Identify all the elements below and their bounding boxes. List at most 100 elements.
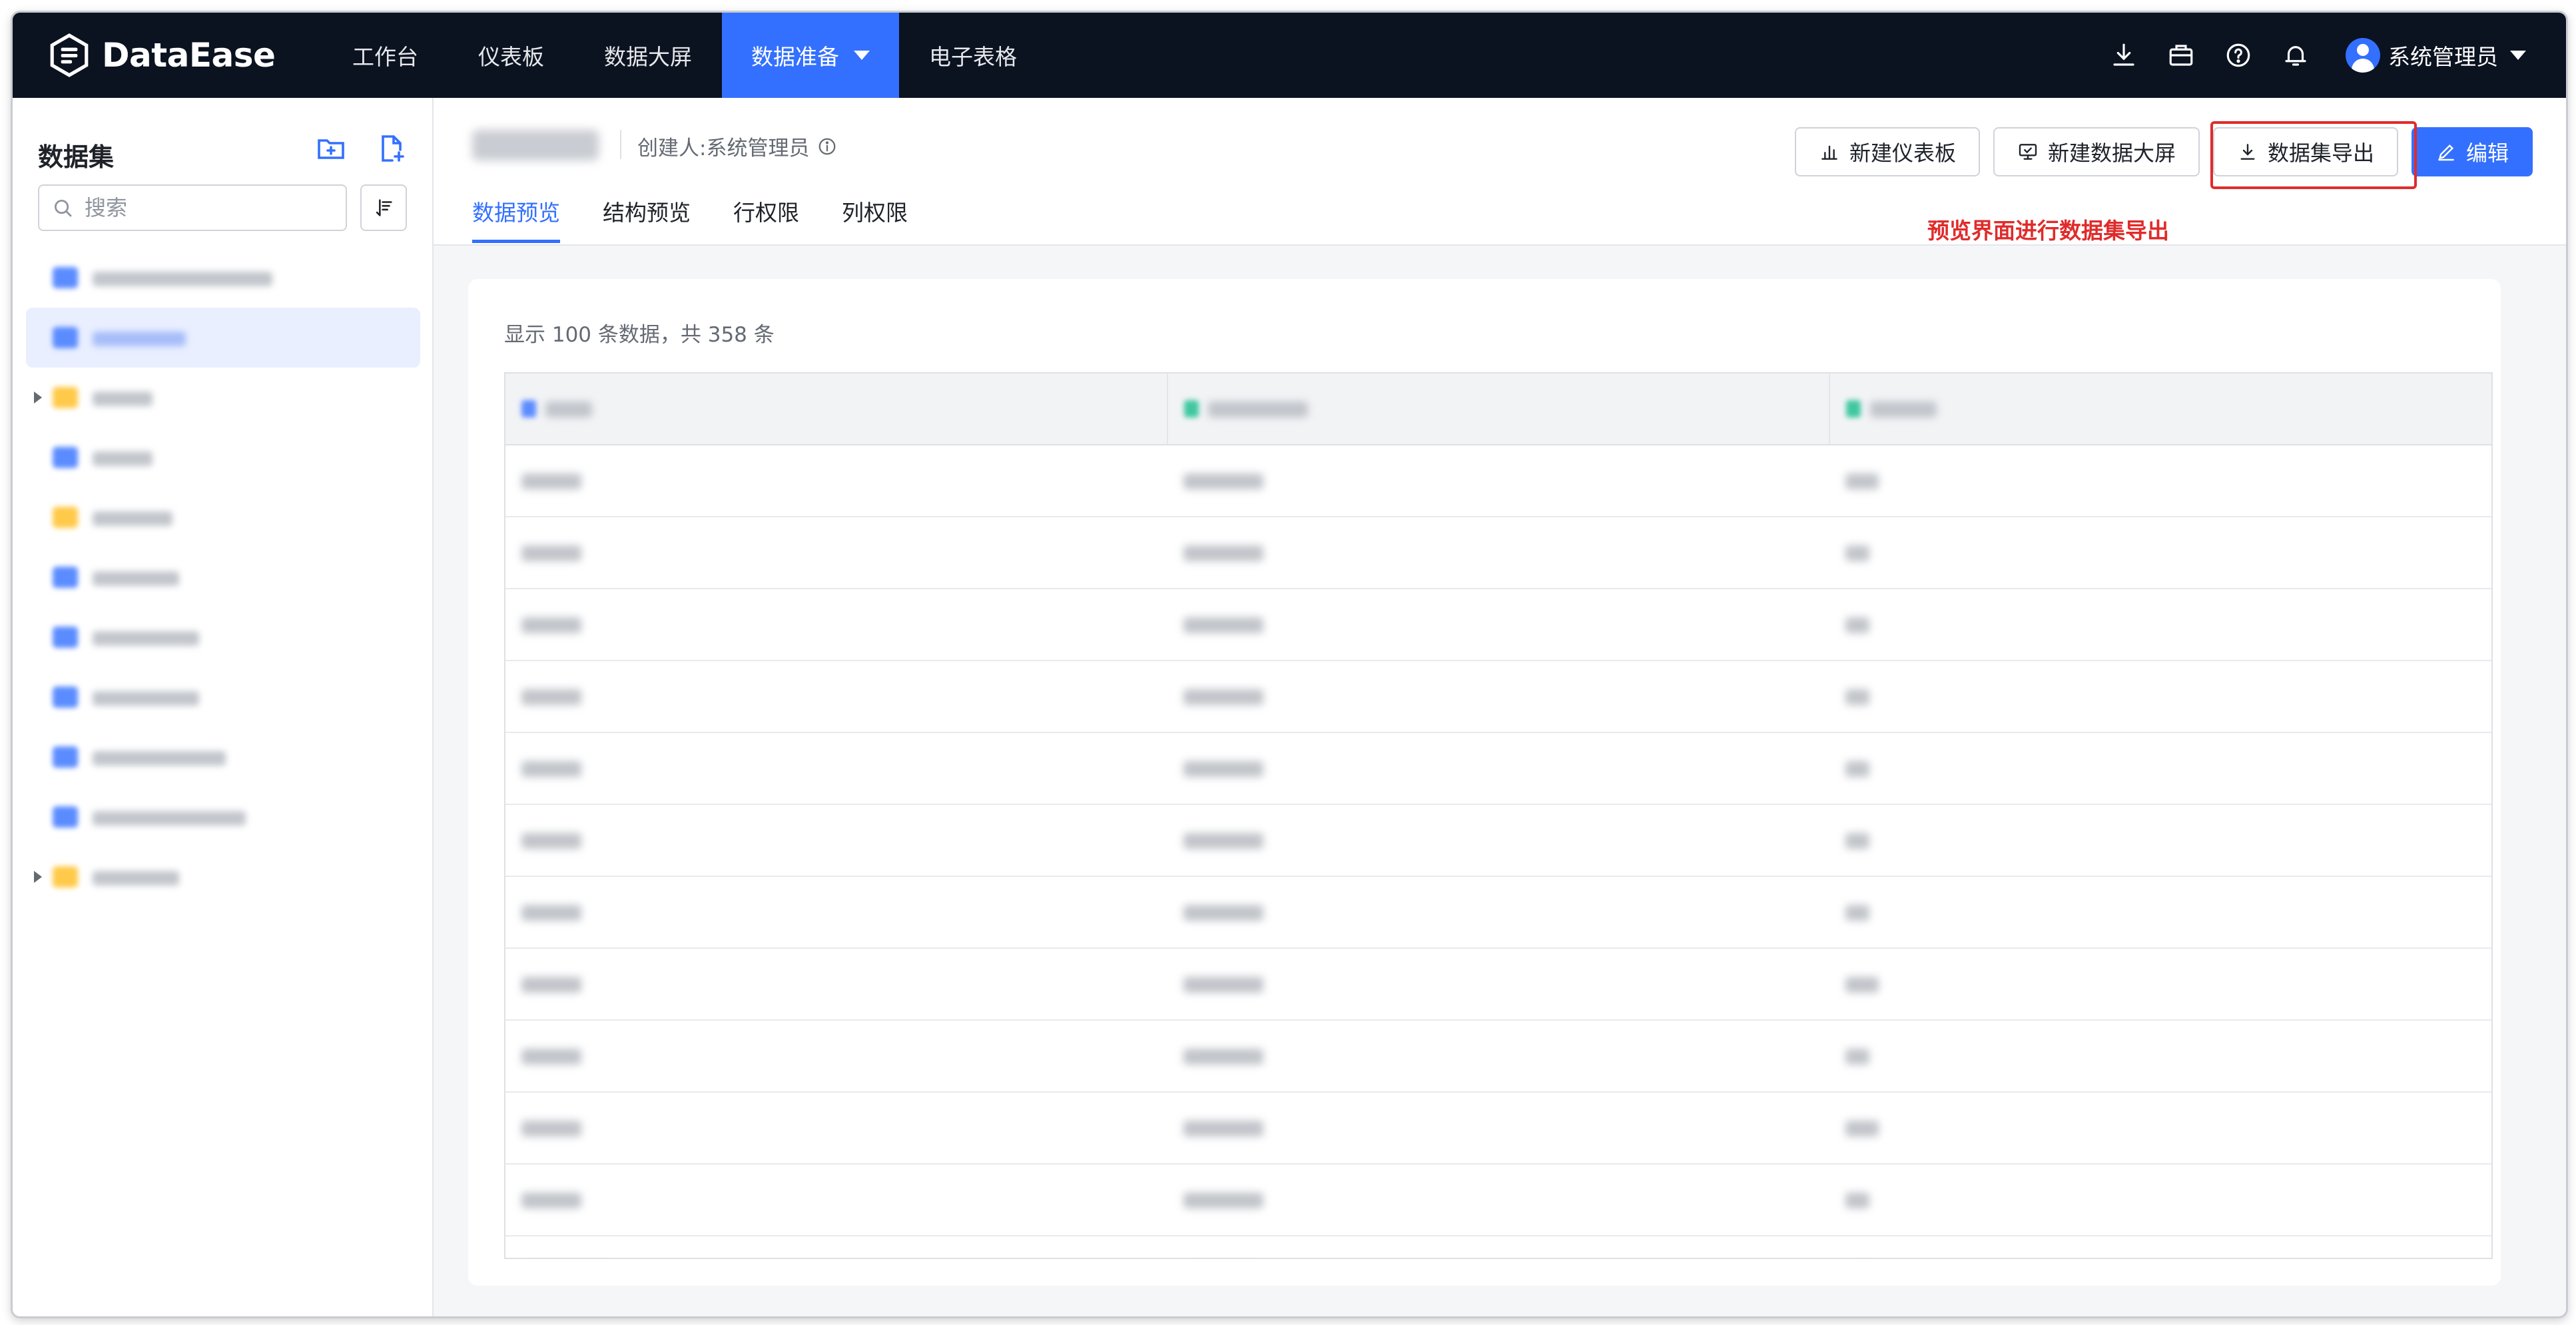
bell-icon[interactable] (2279, 39, 2312, 72)
table-row (505, 1093, 2491, 1165)
export-annotation: 预览界面进行数据集导出 (1927, 218, 2169, 244)
redacted-text (521, 1121, 581, 1137)
expand-arrow-icon[interactable] (34, 392, 42, 403)
help-icon[interactable] (2222, 39, 2255, 72)
table-row (505, 1236, 2491, 1258)
table-row (505, 949, 2491, 1021)
download-icon[interactable] (2107, 39, 2140, 72)
sort-icon (376, 199, 392, 216)
new-screen-button[interactable]: 新建数据大屏 (1993, 127, 2200, 176)
brand-logo[interactable]: DataEase (47, 33, 276, 78)
chevron-down-icon (854, 51, 870, 60)
redacted-label (93, 571, 179, 586)
export-highlight-box (2210, 121, 2417, 189)
table-row (505, 1021, 2491, 1093)
redacted-text (1845, 905, 1869, 921)
user-menu[interactable]: 系统管理员 (2346, 38, 2526, 73)
nav-data-prep[interactable]: 数据准备 (722, 13, 899, 98)
redacted-text (1845, 1121, 1879, 1137)
main-nav: 工作台 仪表板 数据大屏 数据准备 电子表格 (322, 13, 1047, 98)
nav-spreadsheet[interactable]: 电子表格 (899, 13, 1047, 98)
table-row (505, 877, 2491, 949)
edit-button[interactable]: 编辑 (2411, 127, 2533, 176)
redacted-text (1183, 1049, 1263, 1065)
tree-item-folder[interactable] (26, 368, 420, 427)
top-right-tools: 系统管理员 (2083, 13, 2526, 98)
table-cell (1829, 589, 2491, 660)
bar-chart-icon (1821, 145, 1837, 160)
folder-icon (53, 866, 78, 888)
table-cell (505, 805, 1167, 876)
info-icon[interactable] (817, 136, 837, 156)
dataset-icon (53, 447, 78, 468)
nav-data-screen[interactable]: 数据大屏 (574, 13, 722, 98)
dataset-tabs: 数据预览 结构预览 行权限 列权限 (472, 195, 950, 243)
tab-structure-preview[interactable]: 结构预览 (603, 195, 691, 243)
column-header[interactable] (505, 374, 1168, 444)
field-type-icon (521, 400, 536, 417)
tree-item-dataset[interactable] (26, 667, 420, 727)
table-cell (505, 733, 1167, 804)
tab-data-preview[interactable]: 数据预览 (472, 195, 560, 243)
table-cell (1829, 517, 2491, 588)
redacted-text (521, 1049, 581, 1065)
creator-label: 创建人:系统管理员 (637, 136, 810, 160)
redacted-text (521, 545, 581, 561)
redacted-text (1183, 761, 1263, 777)
redacted-text (545, 401, 592, 417)
tree-item-dataset[interactable] (26, 248, 420, 308)
redacted-text (1845, 473, 1879, 489)
tab-row-permission[interactable]: 行权限 (733, 195, 799, 243)
user-name: 系统管理员 (2388, 44, 2498, 70)
tree-item-dataset[interactable] (26, 787, 420, 847)
redacted-label (93, 451, 153, 466)
tree-item-folder[interactable] (26, 847, 420, 907)
tab-column-permission[interactable]: 列权限 (842, 195, 908, 243)
table-cell (505, 877, 1167, 947)
briefcase-icon[interactable] (2164, 39, 2198, 72)
redacted-text (521, 1192, 581, 1208)
table-cell (1167, 1165, 1829, 1235)
new-folder-icon[interactable] (315, 132, 347, 164)
redacted-label (93, 751, 226, 766)
table-cell (1829, 877, 2491, 947)
redacted-label (93, 511, 172, 526)
dataset-icon (53, 327, 78, 348)
avatar (2346, 38, 2380, 73)
search-input[interactable] (83, 194, 339, 221)
sort-button[interactable] (360, 184, 407, 231)
dataset-icon (53, 806, 78, 828)
column-header[interactable] (1830, 374, 2491, 444)
redacted-text (521, 473, 581, 489)
new-dashboard-button[interactable]: 新建仪表板 (1794, 127, 1980, 176)
tree-item-folder[interactable] (26, 487, 420, 547)
redacted-text (521, 761, 581, 777)
tree-item-dataset[interactable] (26, 547, 420, 607)
tree-item-dataset[interactable] (26, 607, 420, 667)
tree-item-dataset-selected[interactable] (26, 308, 420, 368)
folder-icon (53, 387, 78, 408)
header-actions: 新建仪表板 新建数据大屏 数据集导出 编辑 (1781, 127, 2533, 176)
redacted-text (1183, 545, 1263, 561)
table-cell (505, 1093, 1167, 1163)
redacted-label (93, 392, 153, 406)
table-cell (505, 517, 1167, 588)
tree-item-dataset[interactable] (26, 427, 420, 487)
nav-workbench[interactable]: 工作台 (322, 13, 448, 98)
table-cell (1829, 1093, 2491, 1163)
expand-arrow-icon[interactable] (34, 871, 42, 883)
search-input-wrapper[interactable] (38, 184, 347, 231)
dataset-icon (53, 627, 78, 648)
data-preview-table (504, 372, 2493, 1259)
new-dataset-icon[interactable] (375, 132, 407, 164)
nav-dashboard[interactable]: 仪表板 (448, 13, 574, 98)
tree-item-dataset[interactable] (26, 727, 420, 787)
redacted-text (1183, 617, 1263, 633)
redacted-text (1183, 977, 1263, 993)
column-header[interactable] (1168, 374, 1831, 444)
redacted-text (1183, 689, 1263, 705)
table-cell (1829, 445, 2491, 516)
table-cell (1167, 949, 1829, 1019)
nav-data-prep-label: 数据准备 (751, 44, 839, 70)
top-navigation-bar: DataEase 工作台 仪表板 数据大屏 数据准备 电子表格 系统管理员 (13, 13, 2566, 98)
